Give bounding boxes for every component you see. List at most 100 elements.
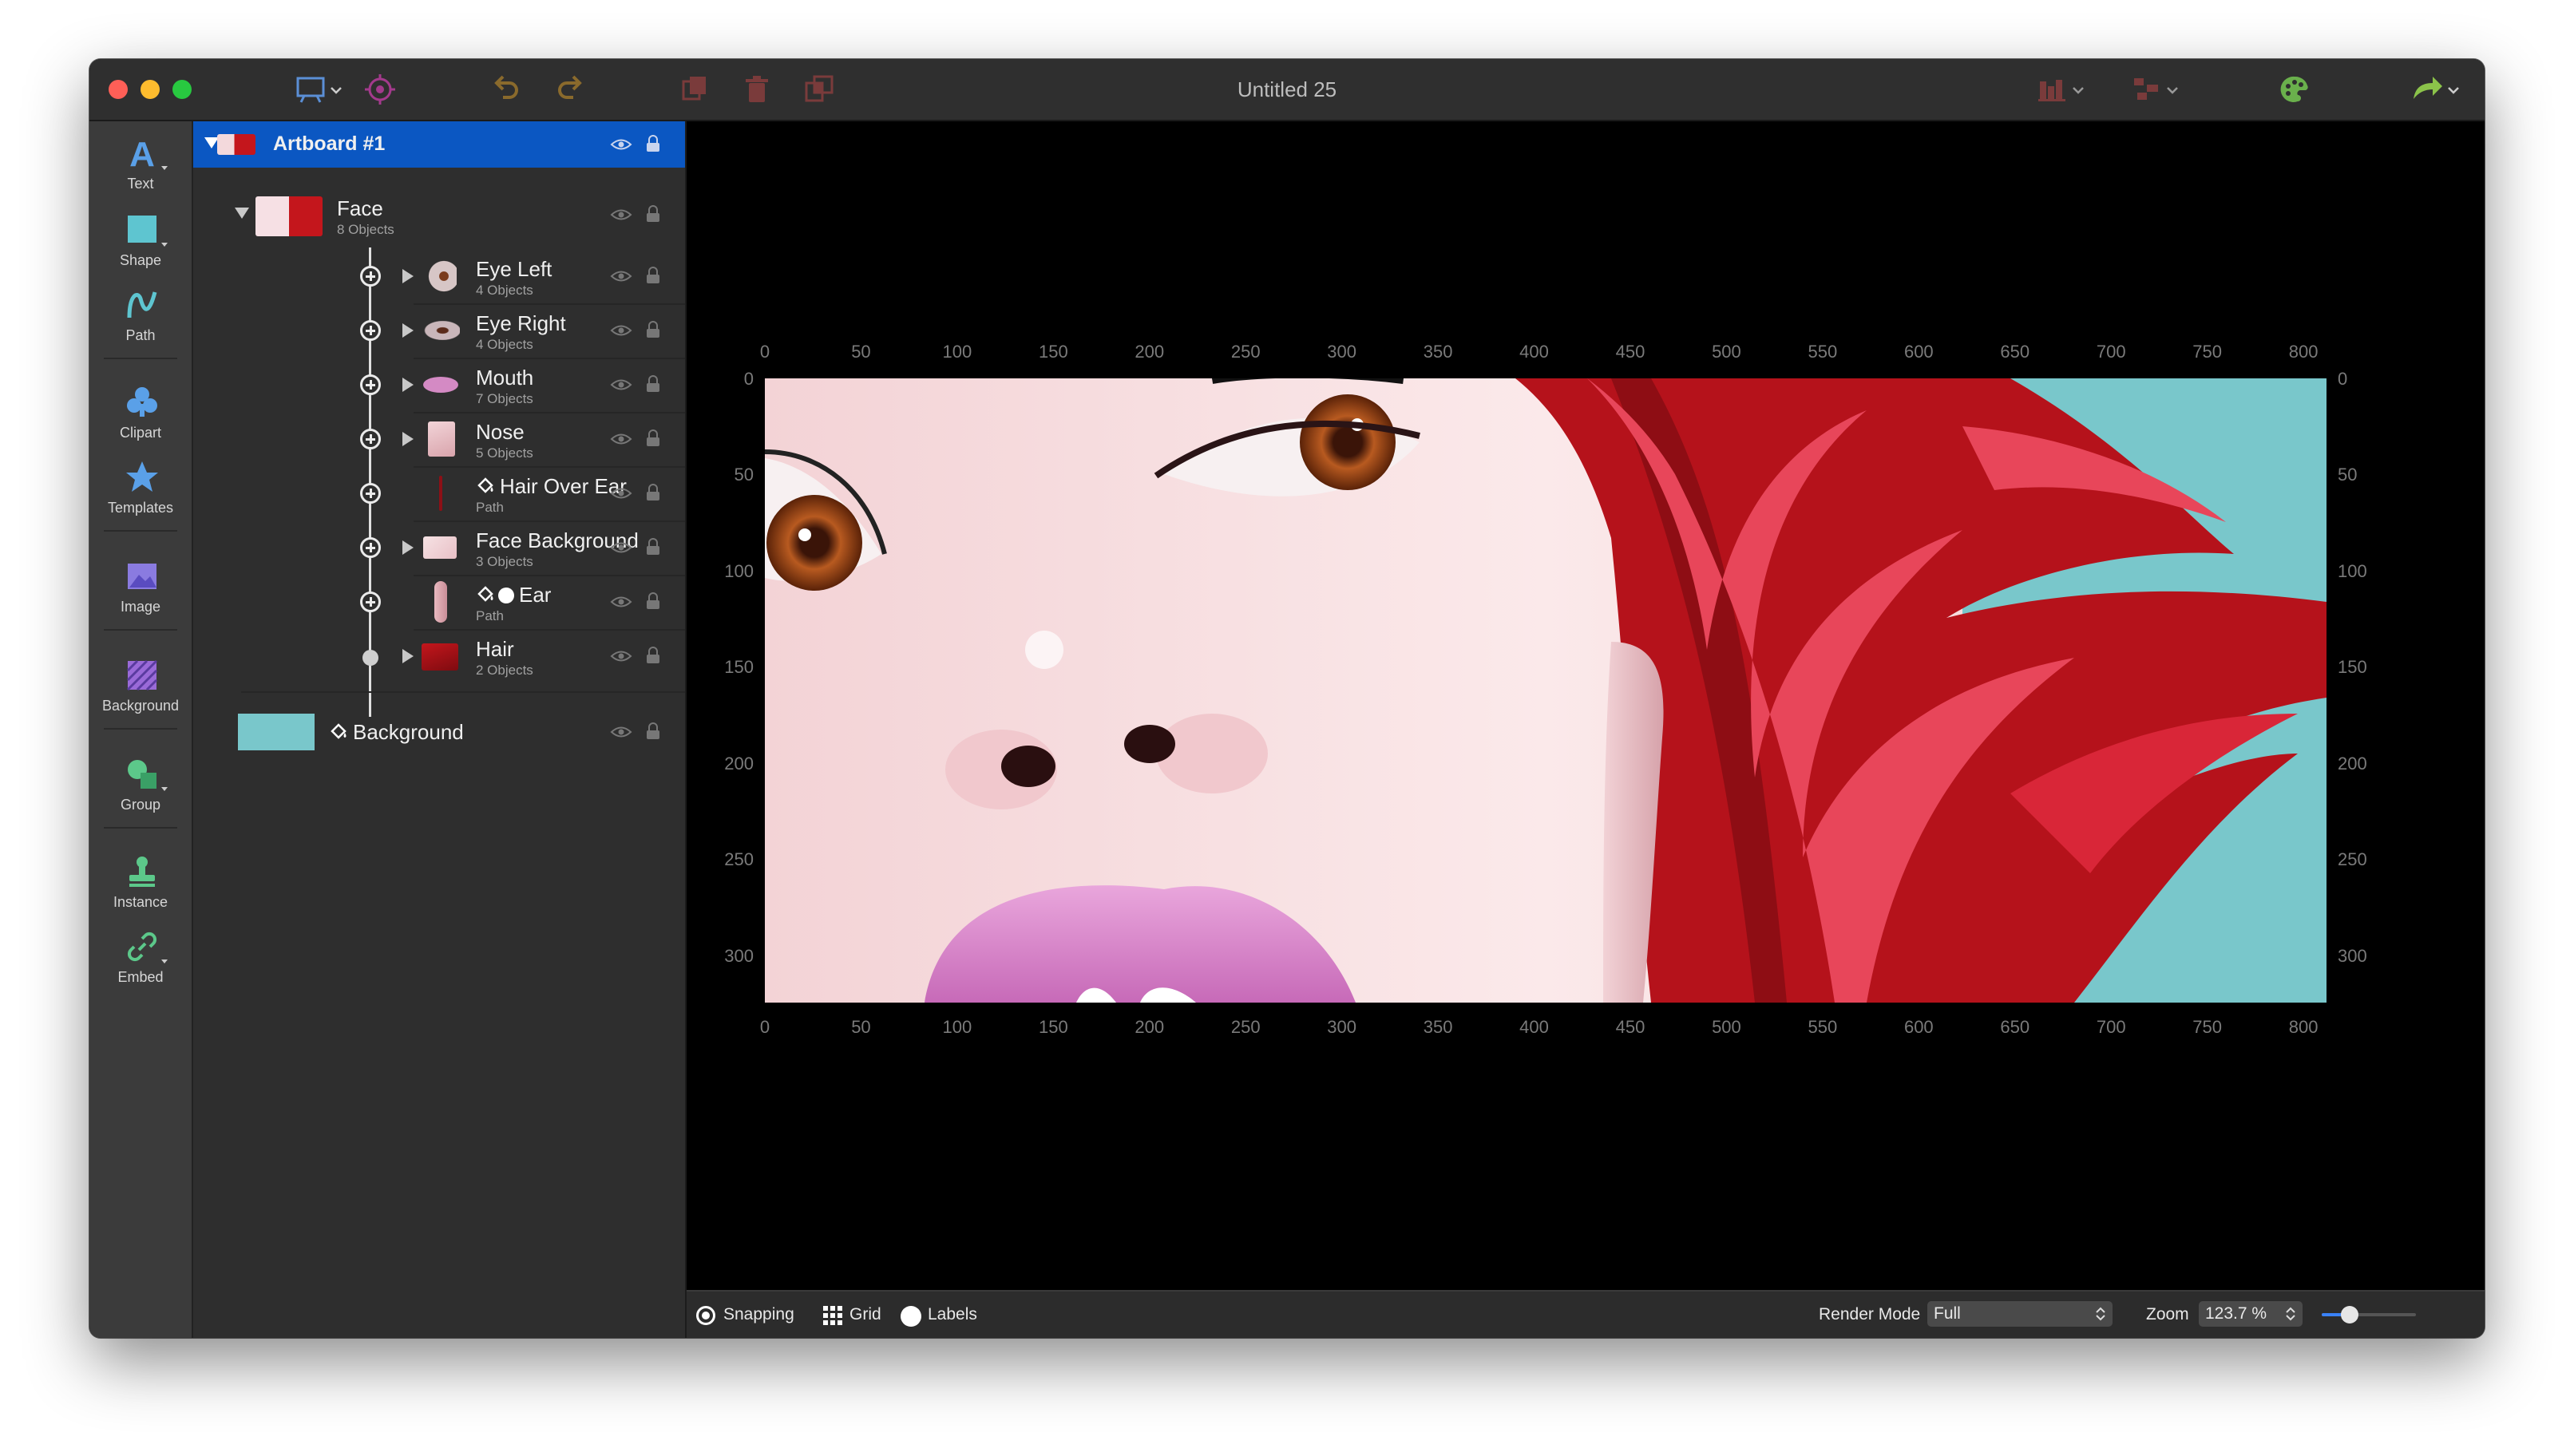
eye-icon[interactable]	[610, 486, 632, 500]
redo-icon[interactable]	[552, 73, 588, 105]
ruler-left-label: 300	[724, 945, 754, 966]
image-tool[interactable]: Image	[89, 552, 192, 624]
lock-icon[interactable]	[645, 592, 661, 610]
duplicate-icon[interactable]	[677, 73, 712, 105]
lock-icon[interactable]	[645, 135, 661, 152]
lock-icon[interactable]	[645, 647, 661, 664]
ruler-top-label: 100	[942, 342, 972, 362]
add-icon[interactable]	[360, 483, 381, 504]
combine-icon[interactable]	[802, 73, 837, 105]
disclosure-triangle-icon[interactable]	[235, 208, 249, 219]
path-tool[interactable]: Path	[89, 281, 192, 353]
minimize-window-button[interactable]	[141, 80, 160, 99]
text-tool[interactable]: A Text	[89, 129, 192, 201]
zoom-field[interactable]: 123.7 %	[2199, 1301, 2303, 1327]
undo-icon[interactable]	[489, 73, 524, 105]
lock-icon[interactable]	[645, 484, 661, 501]
templates-tool[interactable]: Templates	[89, 453, 192, 525]
instance-tool-label: Instance	[113, 894, 168, 910]
lock-icon[interactable]	[645, 267, 661, 284]
add-icon[interactable]	[360, 592, 381, 612]
eye-icon[interactable]	[610, 378, 632, 392]
eye-icon[interactable]	[610, 540, 632, 555]
grid-icon[interactable]	[822, 1305, 843, 1326]
ruler-right-label: 0	[2338, 369, 2348, 389]
layer-eye-left[interactable]: Eye Left 4 Objects	[193, 249, 685, 303]
add-icon[interactable]	[360, 320, 381, 341]
layout-icon[interactable]	[2128, 73, 2184, 105]
disclosure-triangle-icon[interactable]	[402, 378, 414, 392]
layer-hair-over-ear[interactable]: Hair Over Ear Path	[193, 466, 685, 520]
eye-right-name: Eye Right	[476, 311, 566, 335]
hair-thumbnail	[422, 643, 458, 671]
layer-background[interactable]: Background	[193, 696, 685, 768]
layer-face-background[interactable]: Face Background 3 Objects	[193, 520, 685, 575]
eye-icon[interactable]	[610, 432, 632, 446]
eye-icon[interactable]	[610, 649, 632, 663]
lock-icon[interactable]	[645, 429, 661, 447]
stamp-icon	[129, 857, 155, 887]
image-icon	[128, 564, 156, 589]
eye-icon[interactable]	[610, 269, 632, 283]
embed-tool[interactable]: Embed	[89, 923, 192, 995]
lock-icon[interactable]	[645, 321, 661, 338]
snapping-radio[interactable]	[696, 1306, 715, 1325]
instance-tool[interactable]: Instance	[89, 848, 192, 920]
ruler-top-label: 700	[2096, 342, 2126, 362]
eye-icon[interactable]	[610, 137, 632, 152]
lock-icon[interactable]	[645, 205, 661, 223]
ruler-bottom-label: 50	[851, 1017, 871, 1037]
ruler-top-label: 650	[2000, 342, 2030, 362]
lock-icon[interactable]	[645, 722, 661, 740]
lock-icon[interactable]	[645, 375, 661, 393]
add-icon[interactable]	[360, 266, 381, 287]
ruler-right-label: 200	[2338, 753, 2367, 774]
layer-face[interactable]: Face 8 Objects	[193, 168, 685, 257]
zoom-window-button[interactable]	[172, 80, 192, 99]
add-icon[interactable]	[360, 374, 381, 395]
eye-icon[interactable]	[610, 595, 632, 609]
add-icon[interactable]	[360, 429, 381, 449]
clipart-tool[interactable]: Clipart	[89, 378, 192, 450]
snapping-label[interactable]: Snapping	[723, 1305, 794, 1324]
labels-label[interactable]: Labels	[928, 1305, 977, 1324]
layer-ear[interactable]: Ear Path	[193, 575, 685, 629]
ruler-bottom-label: 200	[1135, 1017, 1165, 1037]
eye-icon[interactable]	[610, 323, 632, 338]
target-icon[interactable]	[362, 73, 398, 105]
disclosure-triangle-icon[interactable]	[402, 432, 414, 446]
zoom-slider-knob[interactable]	[2341, 1306, 2359, 1323]
layer-mouth[interactable]: Mouth 7 Objects	[193, 358, 685, 412]
close-window-button[interactable]	[109, 80, 128, 99]
trash-icon[interactable]	[739, 73, 774, 105]
layer-artboard[interactable]: Artboard #1	[193, 121, 685, 168]
group-tool[interactable]: Group	[89, 750, 192, 822]
artboard-canvas[interactable]: 0 50 100 150 200 250 300 350 400 450 500 550 600 650 7…	[687, 121, 2485, 1290]
artwork[interactable]	[765, 378, 2326, 1003]
lock-icon[interactable]	[645, 538, 661, 556]
shape-tool[interactable]: Shape	[89, 206, 192, 278]
chart-icon[interactable]	[2034, 73, 2090, 105]
background-tool[interactable]: Background	[89, 651, 192, 723]
render-mode-select[interactable]: Full	[1927, 1301, 2113, 1327]
ruler-top-label: 200	[1135, 342, 1165, 362]
disclosure-triangle-icon[interactable]	[402, 269, 414, 283]
artboard-icon[interactable]	[291, 73, 346, 105]
ruler-top-label: 50	[851, 342, 871, 362]
disclosure-triangle-icon[interactable]	[402, 649, 414, 663]
grid-label[interactable]: Grid	[849, 1305, 881, 1324]
disclosure-triangle-icon[interactable]	[402, 323, 414, 338]
layer-hair[interactable]: Hair 2 Objects	[193, 629, 685, 683]
layer-nose[interactable]: Nose 5 Objects	[193, 412, 685, 466]
labels-toggle[interactable]	[901, 1306, 921, 1327]
eye-icon[interactable]	[610, 208, 632, 222]
palette-icon[interactable]	[2277, 73, 2312, 105]
layer-eye-right[interactable]: Eye Right 4 Objects	[193, 303, 685, 358]
background-icon	[126, 659, 158, 691]
add-icon[interactable]	[360, 537, 381, 558]
tree-end-dot	[362, 650, 378, 666]
disclosure-triangle-icon[interactable]	[402, 540, 414, 555]
share-icon[interactable]	[2408, 73, 2464, 105]
zoom-slider[interactable]	[2322, 1306, 2416, 1323]
eye-icon[interactable]	[610, 725, 632, 739]
